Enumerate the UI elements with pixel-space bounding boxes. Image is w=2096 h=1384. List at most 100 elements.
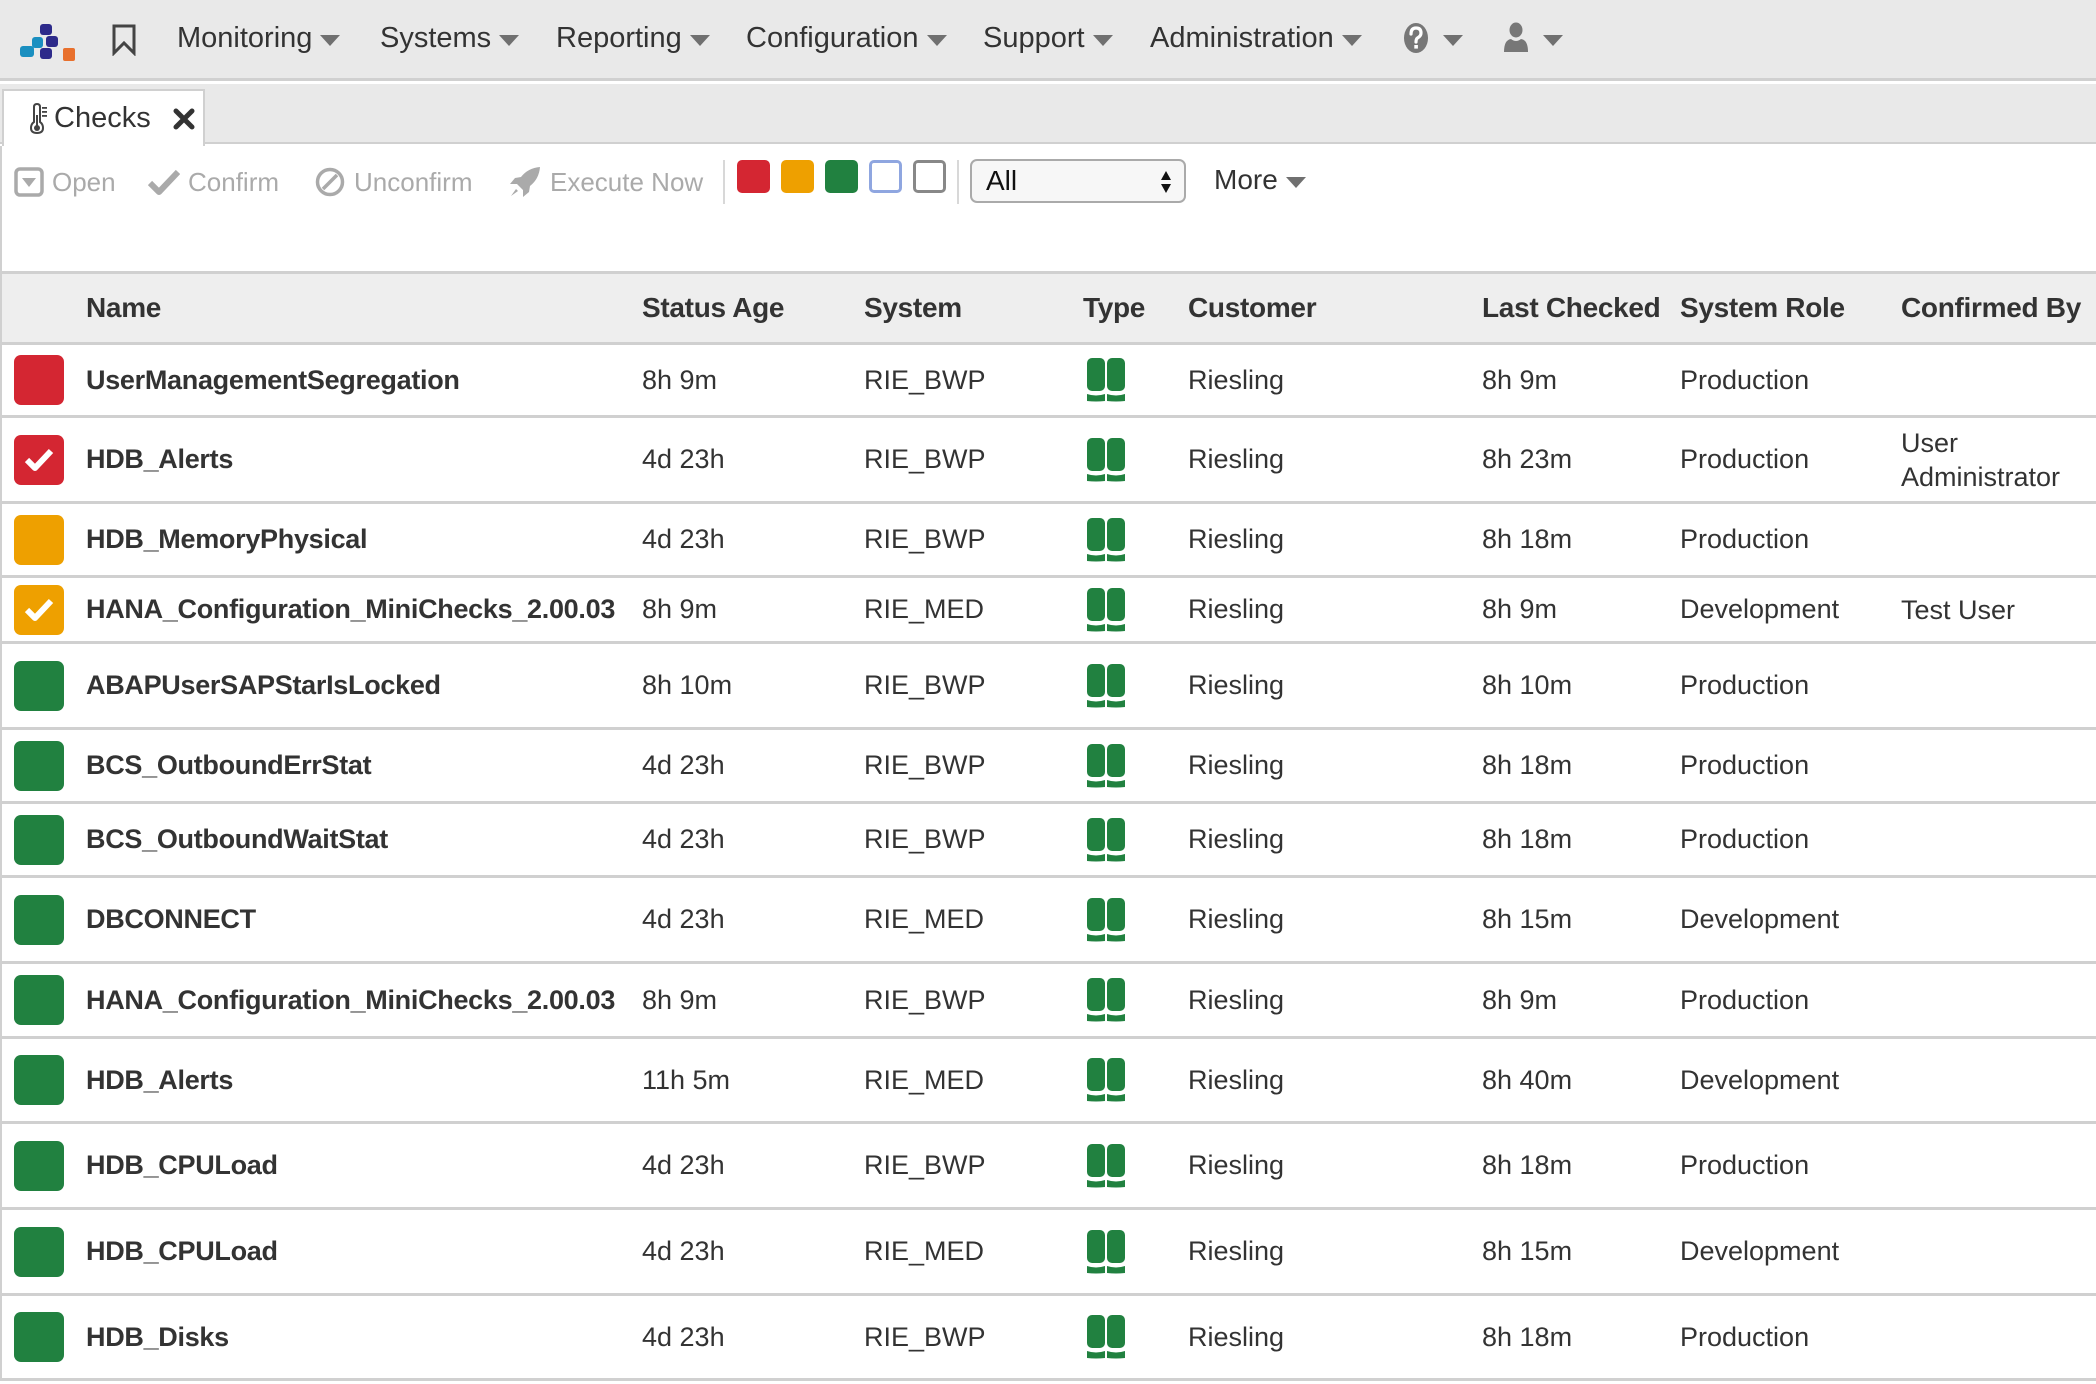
ban-icon [315, 167, 345, 197]
status-age: 8h 9m [642, 594, 718, 624]
table-row[interactable]: BCS_OutboundErrStat 4d 23h RIE_BWP Riesl… [0, 730, 2096, 804]
confirm-button-label: Confirm [188, 166, 280, 197]
filter-green-button[interactable] [825, 160, 858, 193]
status-indicator[interactable] [14, 1055, 64, 1105]
status-indicator[interactable] [14, 975, 64, 1025]
open-button[interactable]: Open [14, 164, 116, 200]
book-icon [1087, 517, 1125, 561]
customer: Riesling [1188, 1150, 1285, 1180]
status-indicator[interactable] [14, 1312, 64, 1362]
table-row[interactable]: HDB_CPULoad 4d 23h RIE_MED Riesling 8h 1… [0, 1210, 2096, 1296]
check-name: DBCONNECT [86, 904, 256, 934]
system-role: Production [1680, 444, 1810, 474]
help-menu[interactable] [1401, 18, 1463, 58]
chevron-down-icon [1341, 34, 1362, 46]
more-menu-button[interactable]: More [1214, 160, 1306, 200]
table-row[interactable]: HANA_Configuration_MiniChecks_2.00.03 8h… [0, 578, 2096, 644]
unconfirm-button[interactable]: Unconfirm [314, 164, 472, 200]
system: RIE_BWP [864, 824, 986, 854]
filter-red-button[interactable] [737, 160, 770, 193]
nav-monitoring[interactable]: Monitoring [177, 18, 341, 58]
column-header-name[interactable]: Name [86, 274, 161, 342]
rocket-icon [510, 167, 540, 197]
table-row[interactable]: HDB_MemoryPhysical 4d 23h RIE_BWP Riesli… [0, 504, 2096, 578]
column-header-customer[interactable]: Customer [1188, 274, 1317, 342]
book-icon [1087, 587, 1125, 631]
column-header-status-age[interactable]: Status Age [642, 274, 785, 342]
chevron-down-icon [1092, 34, 1113, 46]
status-indicator[interactable] [14, 740, 64, 791]
check-name: UserManagementSegregation [86, 364, 460, 395]
status-age: 4d 23h [642, 524, 725, 554]
checks-table: Name Status Age System Type Customer Las… [0, 274, 2096, 1381]
book-icon [1087, 358, 1125, 402]
last-checked: 8h 18m [1482, 524, 1573, 554]
last-checked: 8h 40m [1482, 1064, 1573, 1095]
column-header-last-checked[interactable]: Last Checked [1482, 274, 1661, 342]
confirmed-by: User Administrator [1901, 427, 2061, 492]
system-role: Production [1680, 524, 1810, 554]
status-age: 11h 5m [642, 1064, 731, 1095]
status-indicator[interactable] [14, 814, 64, 865]
table-row[interactable]: HDB_Disks 4d 23h RIE_BWP Riesling 8h 18m… [0, 1296, 2096, 1381]
book-icon [1087, 743, 1125, 787]
nav-support[interactable]: Support [983, 18, 1113, 58]
customer: Riesling [1188, 1064, 1285, 1095]
status-age: 4d 23h [642, 1321, 725, 1352]
table-row[interactable]: DBCONNECT 4d 23h RIE_MED Riesling 8h 15m… [0, 878, 2096, 964]
status-indicator[interactable] [14, 1140, 64, 1191]
column-header-confirmed-by[interactable]: Confirmed By [1901, 274, 2081, 342]
column-header-system-role[interactable]: System Role [1680, 274, 1845, 342]
table-row[interactable]: HDB_Alerts 4d 23h RIE_BWP Riesling 8h 23… [0, 418, 2096, 504]
type [1086, 1296, 1126, 1378]
customer: Riesling [1188, 594, 1285, 624]
filter-grey-outline-button[interactable] [913, 160, 946, 193]
bookmark-icon[interactable] [111, 24, 137, 56]
status-filter-select[interactable]: All [970, 159, 1186, 203]
table-body: UserManagementSegregation 8h 9m RIE_BWP … [0, 345, 2096, 1381]
system: RIE_BWP [864, 364, 986, 395]
nav-monitoring-label: Monitoring [177, 21, 313, 54]
status-indicator[interactable] [14, 660, 64, 711]
execute-now-button[interactable]: Execute Now [508, 164, 703, 200]
filter-blue-outline-button[interactable] [869, 160, 902, 193]
close-icon[interactable] [173, 108, 195, 130]
customer: Riesling [1188, 1321, 1285, 1352]
type [1086, 878, 1126, 961]
nav-systems[interactable]: Systems [380, 18, 520, 58]
check-icon [24, 448, 54, 471]
table-row[interactable]: HANA_Configuration_MiniChecks_2.00.03 8h… [0, 964, 2096, 1039]
status-age: 4d 23h [642, 444, 725, 474]
table-row[interactable]: HDB_CPULoad 4d 23h RIE_BWP Riesling 8h 1… [0, 1124, 2096, 1210]
status-age: 8h 10m [642, 670, 733, 700]
table-row[interactable]: HDB_Alerts 11h 5m RIE_MED Riesling 8h 40… [0, 1039, 2096, 1124]
status-indicator[interactable] [14, 434, 64, 485]
app-logo[interactable] [20, 24, 76, 62]
confirmed-by [1901, 804, 2091, 875]
nav-reporting[interactable]: Reporting [556, 18, 710, 58]
nav-administration[interactable]: Administration [1150, 18, 1362, 58]
status-indicator[interactable] [14, 355, 64, 405]
confirmed-by [1901, 1124, 2091, 1207]
table-row[interactable]: UserManagementSegregation 8h 9m RIE_BWP … [0, 345, 2096, 418]
filter-yellow-button[interactable] [781, 160, 814, 193]
status-indicator[interactable] [14, 894, 64, 945]
column-header-system[interactable]: System [864, 274, 962, 342]
nav-configuration[interactable]: Configuration [746, 18, 947, 58]
system-role: Production [1680, 1150, 1810, 1180]
user-menu[interactable] [1503, 18, 1563, 58]
system-role: Development [1680, 1064, 1840, 1095]
toolbar-divider [957, 160, 959, 204]
column-header-type[interactable]: Type [1083, 274, 1145, 342]
table-row[interactable]: ABAPUserSAPStarIsLocked 8h 10m RIE_BWP R… [0, 644, 2096, 730]
system-role: Development [1680, 904, 1840, 934]
confirmed-by [1901, 964, 2091, 1036]
status-indicator[interactable] [14, 584, 64, 635]
customer: Riesling [1188, 364, 1285, 395]
last-checked: 8h 18m [1482, 1321, 1573, 1352]
status-indicator[interactable] [14, 1226, 64, 1277]
table-row[interactable]: BCS_OutboundWaitStat 4d 23h RIE_BWP Ries… [0, 804, 2096, 878]
confirm-button[interactable]: Confirm [148, 164, 279, 200]
tab-checks[interactable]: Checks [2, 89, 205, 146]
status-indicator[interactable] [14, 514, 64, 565]
